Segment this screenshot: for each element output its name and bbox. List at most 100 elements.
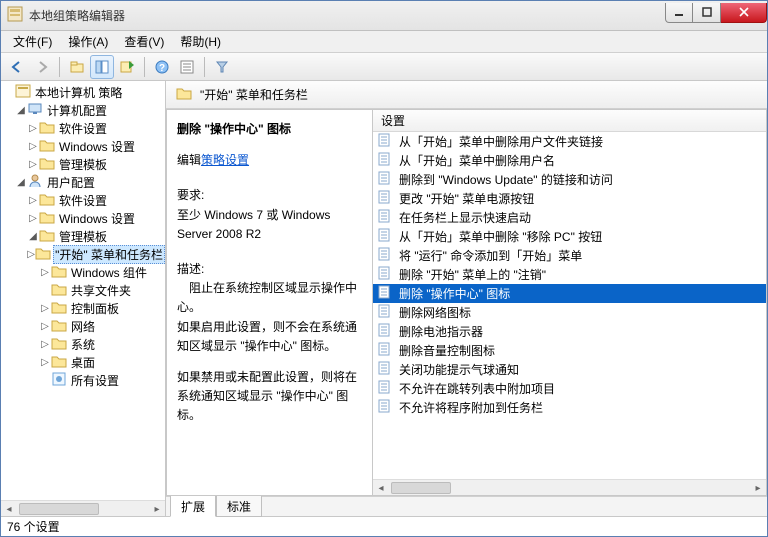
tree-row-start-menu: ▷"开始" 菜单和任务栏 [3, 245, 165, 263]
help-button[interactable]: ? [150, 55, 174, 79]
list-row[interactable]: 删除 "开始" 菜单上的 "注销" [373, 265, 766, 284]
maximize-button[interactable] [693, 3, 721, 23]
up-button[interactable] [65, 55, 89, 79]
edit-label: 编辑 [177, 153, 201, 167]
list-row-label: 删除音量控制图标 [399, 342, 495, 359]
tree-row-user-win: ▷Windows 设置 [3, 209, 165, 227]
tree-row-user-admin: ◢管理模板 [3, 227, 165, 245]
setting-title: 删除 "操作中心" 图标 [177, 120, 366, 139]
list-row[interactable]: 关闭功能提示气球通知 [373, 360, 766, 379]
list-header[interactable]: 设置 [373, 110, 766, 132]
forward-button[interactable] [30, 55, 54, 79]
list-pane: 设置 从「开始」菜单中删除用户文件夹链接从「开始」菜单中删除用户名删除到 "Wi… [372, 110, 766, 495]
setting-icon [377, 360, 393, 379]
menu-file[interactable]: 文件(F) [7, 31, 58, 52]
tree-row-computer: ◢计算机配置 [3, 101, 165, 119]
minimize-button[interactable] [665, 3, 693, 23]
list-row-label: 关闭功能提示气球通知 [399, 361, 519, 378]
list-row-label: 在任务栏上显示快速启动 [399, 209, 531, 226]
toolbar: ? [1, 53, 767, 81]
tab-standard[interactable]: 标准 [216, 496, 262, 517]
tree-row-user-soft: ▷软件设置 [3, 191, 165, 209]
back-button[interactable] [5, 55, 29, 79]
edit-policy-link[interactable]: 策略设置 [201, 153, 249, 167]
tree-row-net: ▷网络 [3, 317, 165, 335]
filter-button[interactable] [210, 55, 234, 79]
tree-row-ctrl: ▷控制面板 [3, 299, 165, 317]
column-setting[interactable]: 设置 [381, 112, 758, 129]
window: 本地组策略编辑器 文件(F) 操作(A) 查看(V) 帮助(H) ? [0, 0, 768, 537]
setting-icon [377, 265, 393, 284]
list-row-label: 从「开始」菜单中删除用户文件夹链接 [399, 133, 603, 150]
tree-hscrollbar[interactable]: ◂▸ [1, 500, 165, 516]
tree-row-user: ◢用户配置 [3, 173, 165, 191]
titlebar: 本地组策略编辑器 [1, 1, 767, 31]
window-title: 本地组策略编辑器 [29, 7, 665, 24]
svg-text:?: ? [159, 63, 165, 74]
statusbar: 76 个设置 [1, 516, 767, 536]
requirements-text: 至少 Windows 7 或 Windows Server 2008 R2 [177, 206, 366, 244]
list-row-label: 将 "运行" 命令添加到「开始」菜单 [399, 247, 582, 264]
setting-icon [377, 246, 393, 265]
list-row-label: 删除网络图标 [399, 304, 471, 321]
export-button[interactable] [115, 55, 139, 79]
setting-icon [377, 227, 393, 246]
tree-row-comp-win: ▷Windows 设置 [3, 137, 165, 155]
list-row[interactable]: 从「开始」菜单中删除用户名 [373, 151, 766, 170]
tree-row-comp-soft: ▷软件设置 [3, 119, 165, 137]
app-icon [7, 6, 23, 25]
folder-icon [176, 85, 192, 104]
list-row[interactable]: 删除音量控制图标 [373, 341, 766, 360]
list-row[interactable]: 删除 "操作中心" 图标 [373, 284, 766, 303]
list-row-label: 从「开始」菜单中删除用户名 [399, 152, 555, 169]
view-details-button[interactable] [90, 55, 114, 79]
content-title: "开始" 菜单和任务栏 [200, 86, 308, 103]
detail-pane: 删除 "操作中心" 图标 编辑策略设置 要求: 至少 Windows 7 或 W… [167, 110, 372, 495]
list-row-label: 删除 "操作中心" 图标 [399, 285, 510, 302]
list-row[interactable]: 不允许在跳转列表中附加项目 [373, 379, 766, 398]
setting-icon [377, 322, 393, 341]
list-row-label: 更改 "开始" 菜单电源按钮 [399, 190, 534, 207]
tab-extended[interactable]: 扩展 [170, 496, 216, 517]
list-row[interactable]: 删除网络图标 [373, 303, 766, 322]
tree-row-all: ▷所有设置 [3, 371, 165, 389]
list-row[interactable]: 在任务栏上显示快速启动 [373, 208, 766, 227]
list-row-label: 从「开始」菜单中删除 "移除 PC" 按钮 [399, 228, 602, 245]
setting-icon [377, 189, 393, 208]
list-body[interactable]: 从「开始」菜单中删除用户文件夹链接从「开始」菜单中删除用户名删除到 "Windo… [373, 132, 766, 479]
setting-icon [377, 284, 393, 303]
list-row[interactable]: 删除到 "Windows Update" 的链接和访问 [373, 170, 766, 189]
content-header: "开始" 菜单和任务栏 [166, 81, 767, 109]
list-row[interactable]: 从「开始」菜单中删除 "移除 PC" 按钮 [373, 227, 766, 246]
body: ▸本地计算机 策略 ◢计算机配置 ▷软件设置 ▷Windows 设置 ▷管理模板… [1, 81, 767, 516]
menu-action[interactable]: 操作(A) [62, 31, 114, 52]
window-controls [665, 3, 767, 23]
menubar: 文件(F) 操作(A) 查看(V) 帮助(H) [1, 31, 767, 53]
setting-icon [377, 170, 393, 189]
setting-icon [377, 341, 393, 360]
right-pane: "开始" 菜单和任务栏 删除 "操作中心" 图标 编辑策略设置 要求: 至少 W… [166, 81, 767, 516]
menu-view[interactable]: 查看(V) [118, 31, 170, 52]
list-row-label: 删除电池指示器 [399, 323, 483, 340]
setting-icon [377, 303, 393, 322]
list-row-label: 不允许在跳转列表中附加项目 [399, 380, 555, 397]
list-hscrollbar[interactable]: ◂▸ [373, 479, 766, 495]
setting-icon [377, 379, 393, 398]
list-row-label: 删除 "开始" 菜单上的 "注销" [399, 266, 546, 283]
properties-button[interactable] [175, 55, 199, 79]
tree[interactable]: ▸本地计算机 策略 ◢计算机配置 ▷软件设置 ▷Windows 设置 ▷管理模板… [1, 81, 165, 391]
description-2: 如果启用此设置，则不会在系统通知区域显示 "操作中心" 图标。 [177, 318, 366, 356]
list-row[interactable]: 将 "运行" 命令添加到「开始」菜单 [373, 246, 766, 265]
tree-row-comp-admin: ▷管理模板 [3, 155, 165, 173]
list-row[interactable]: 删除电池指示器 [373, 322, 766, 341]
tree-pane: ▸本地计算机 策略 ◢计算机配置 ▷软件设置 ▷Windows 设置 ▷管理模板… [1, 81, 166, 516]
tree-row-desk: ▷桌面 [3, 353, 165, 371]
close-button[interactable] [721, 3, 767, 23]
list-row[interactable]: 从「开始」菜单中删除用户文件夹链接 [373, 132, 766, 151]
setting-icon [377, 151, 393, 170]
list-row[interactable]: 不允许将程序附加到任务栏 [373, 398, 766, 417]
list-row[interactable]: 更改 "开始" 菜单电源按钮 [373, 189, 766, 208]
menu-help[interactable]: 帮助(H) [174, 31, 227, 52]
description-3: 如果禁用或未配置此设置，则将在系统通知区域显示 "操作中心" 图标。 [177, 368, 366, 426]
tree-row-shared: ▷共享文件夹 [3, 281, 165, 299]
